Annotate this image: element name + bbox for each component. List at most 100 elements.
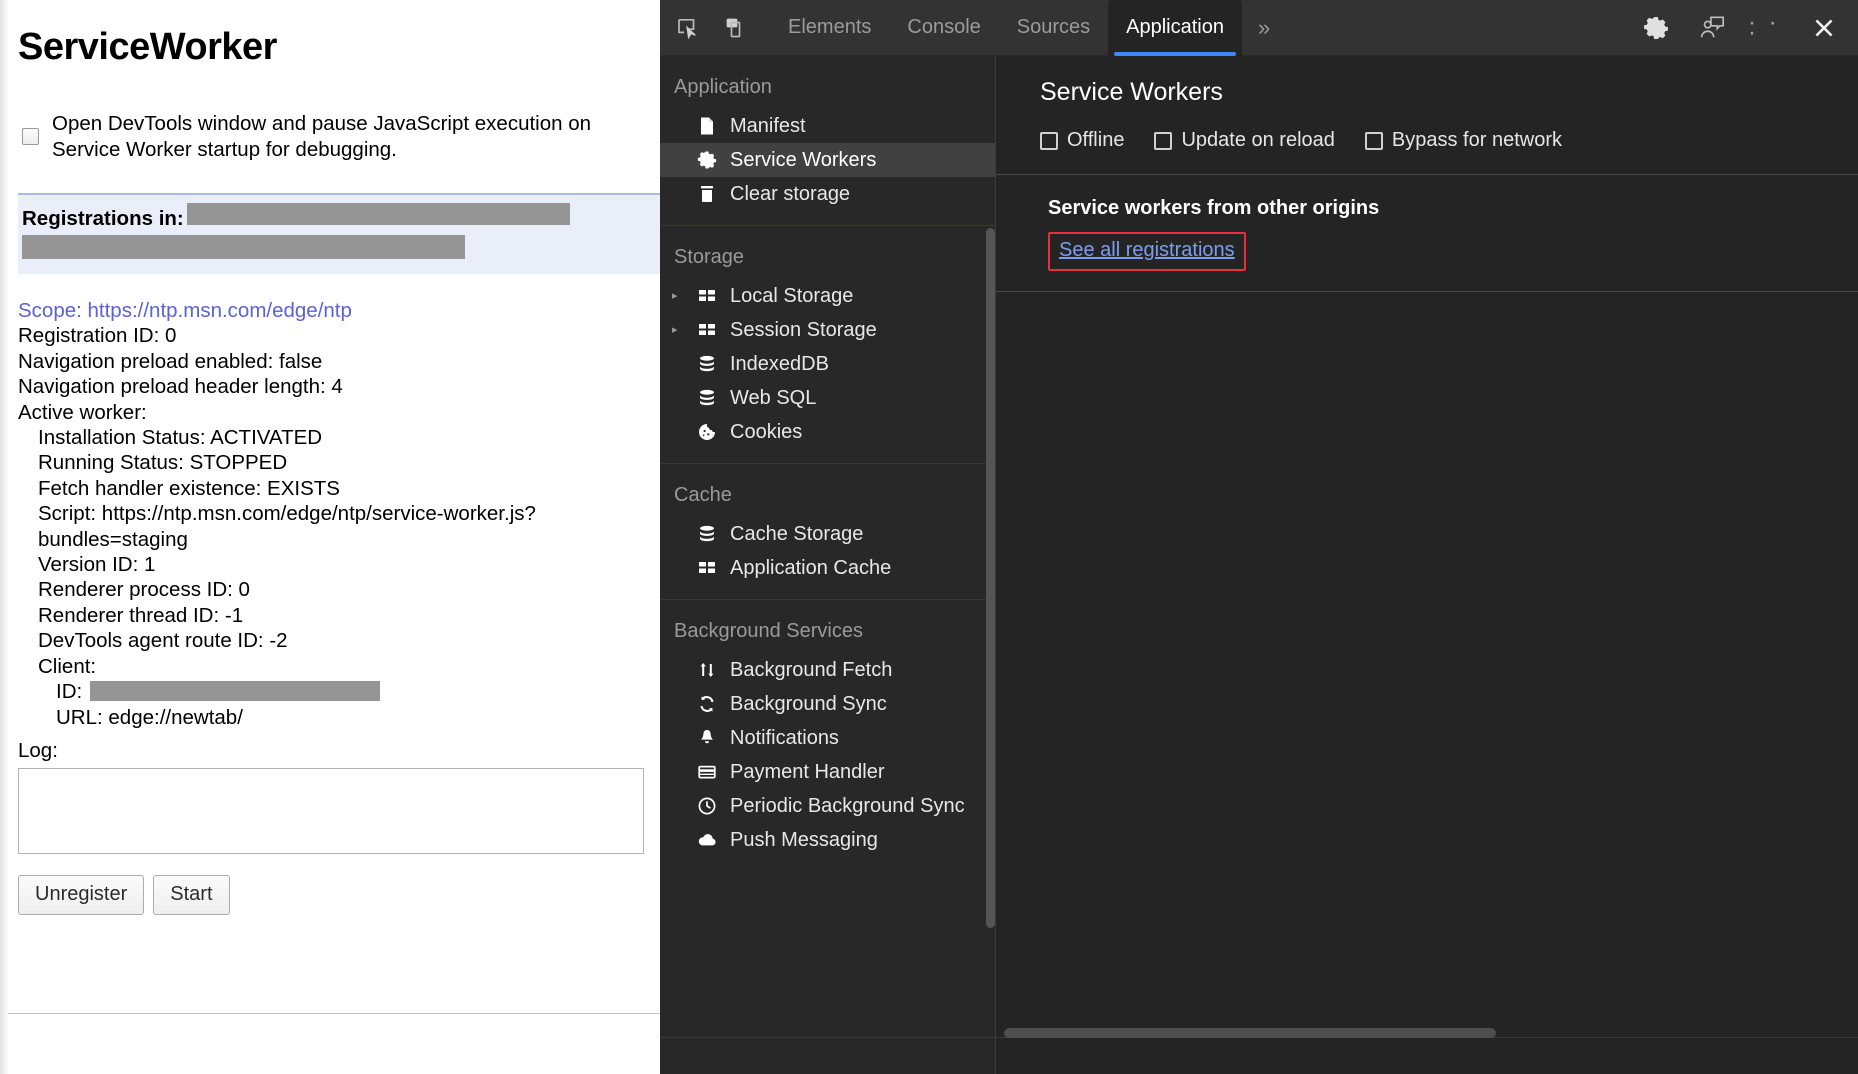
service-workers-panel: Service Workers Offline Update on reload bbox=[996, 56, 1858, 1074]
update-on-reload-option[interactable]: Update on reload bbox=[1154, 129, 1334, 152]
sidebar-item-label: Cookies bbox=[730, 421, 802, 444]
sidebar-item-label: Background Sync bbox=[730, 693, 887, 716]
inspect-element-button[interactable] bbox=[668, 8, 708, 48]
sidebar-item-label: Periodic Background Sync bbox=[730, 795, 965, 818]
startup-debug-checkbox[interactable] bbox=[22, 128, 39, 145]
tab-elements[interactable]: Elements bbox=[770, 4, 889, 52]
main-horizontal-scrollbar[interactable] bbox=[1004, 1028, 1496, 1038]
unregister-button[interactable]: Unregister bbox=[18, 875, 144, 915]
log-textarea[interactable] bbox=[18, 768, 644, 854]
more-tabs-chevron-icon[interactable]: » bbox=[1242, 4, 1286, 52]
sidebar-heading-background-services: Background Services bbox=[660, 600, 995, 653]
log-area: Log: bbox=[18, 738, 660, 861]
sidebar-item-manifest[interactable]: Manifest bbox=[660, 109, 995, 143]
client-label: Client: bbox=[18, 654, 660, 679]
sidebar-item-indexeddb[interactable]: IndexedDB bbox=[660, 347, 995, 381]
registration-scope[interactable]: Scope: https://ntp.msn.com/edge/ntp bbox=[18, 298, 660, 323]
redacted-origin-2 bbox=[22, 235, 465, 259]
offline-label: Offline bbox=[1067, 129, 1124, 152]
startup-debug-row: Open DevTools window and pause JavaScrip… bbox=[18, 111, 660, 163]
sidebar-item-payment-handler[interactable]: Payment Handler bbox=[660, 755, 995, 789]
sidebar-item-label: Notifications bbox=[730, 727, 839, 750]
tab-console[interactable]: Console bbox=[889, 4, 998, 52]
table-icon bbox=[694, 286, 720, 306]
sidebar-item-cookies[interactable]: Cookies bbox=[660, 415, 995, 449]
sidebar-section-background-services: Background Services Background Fetch bbox=[660, 599, 995, 857]
startup-debug-label: Open DevTools window and pause JavaScrip… bbox=[52, 111, 632, 163]
script-url: Script: https://ntp.msn.com/edge/ntp/ser… bbox=[18, 501, 660, 526]
sidebar-item-cache-storage[interactable]: Cache Storage bbox=[660, 517, 995, 551]
sidebar-item-notifications[interactable]: Notifications bbox=[660, 721, 995, 755]
start-button[interactable]: Start bbox=[153, 875, 229, 915]
sync-icon bbox=[694, 694, 720, 714]
main-horizontal-scrollbar-track bbox=[996, 1046, 1858, 1056]
sidebar-item-label: Payment Handler bbox=[730, 761, 885, 784]
application-sidebar[interactable]: Application Manifest bbox=[660, 56, 996, 1074]
close-devtools-button[interactable] bbox=[1804, 8, 1844, 48]
document-icon bbox=[694, 116, 720, 136]
redacted-origin-1 bbox=[187, 203, 570, 225]
redacted-client-id bbox=[90, 681, 380, 701]
screenshot-root: ServiceWorker Open DevTools window and p… bbox=[0, 0, 1858, 1074]
sidebar-item-label: Clear storage bbox=[730, 183, 850, 206]
see-all-registrations-link[interactable]: See all registrations bbox=[1059, 239, 1235, 261]
sidebar-bottom-divider bbox=[660, 1037, 995, 1038]
database-icon bbox=[694, 524, 720, 544]
sidebar-section-application: Application Manifest bbox=[660, 56, 995, 225]
page-title: ServiceWorker bbox=[18, 26, 660, 69]
bypass-for-network-option[interactable]: Bypass for network bbox=[1365, 129, 1562, 152]
panel-title: Service Workers bbox=[1040, 78, 1858, 107]
toggle-device-toolbar-button[interactable] bbox=[716, 8, 756, 48]
sidebar-item-label: Cache Storage bbox=[730, 523, 863, 546]
sidebar-item-session-storage[interactable]: ▸ Session Storage bbox=[660, 313, 995, 347]
see-all-registrations-highlight: See all registrations bbox=[1048, 232, 1246, 271]
bypass-for-network-checkbox[interactable] bbox=[1365, 132, 1383, 150]
sidebar-item-label: Application Cache bbox=[730, 557, 891, 580]
offline-checkbox[interactable] bbox=[1040, 132, 1058, 150]
active-worker-label: Active worker: bbox=[18, 400, 660, 425]
tab-sources[interactable]: Sources bbox=[999, 4, 1108, 52]
tab-application[interactable]: Application bbox=[1108, 0, 1242, 56]
expand-twisty-icon[interactable]: ▸ bbox=[672, 325, 678, 336]
sidebar-item-web-sql[interactable]: Web SQL bbox=[660, 381, 995, 415]
log-label: Log: bbox=[18, 738, 660, 763]
sidebar-item-service-workers[interactable]: Service Workers bbox=[660, 143, 995, 177]
bell-icon bbox=[694, 728, 720, 748]
registrations-band: Registrations in: bbox=[18, 193, 660, 274]
more-options-button[interactable]: · · · bbox=[1748, 8, 1788, 48]
sidebar-item-application-cache[interactable]: Application Cache bbox=[660, 551, 995, 585]
sidebar-item-periodic-background-sync[interactable]: Periodic Background Sync bbox=[660, 789, 995, 823]
expand-twisty-icon[interactable]: ▸ bbox=[672, 291, 678, 302]
nav-preload-enabled: Navigation preload enabled: false bbox=[18, 349, 660, 374]
sidebar-item-background-sync[interactable]: Background Sync bbox=[660, 687, 995, 721]
script-url-continued: bundles=staging bbox=[18, 527, 660, 552]
service-workers-header: Service Workers Offline Update on reload bbox=[996, 56, 1858, 152]
trash-icon bbox=[694, 184, 720, 204]
update-on-reload-checkbox[interactable] bbox=[1154, 132, 1172, 150]
sidebar-item-local-storage[interactable]: ▸ Local Storage bbox=[660, 279, 995, 313]
renderer-thread-id: Renderer thread ID: -1 bbox=[18, 603, 660, 628]
device-toolbar-icon bbox=[724, 16, 748, 40]
sidebar-item-label: Service Workers bbox=[730, 149, 876, 172]
devtools-tabbar: Elements Console Sources Application » bbox=[770, 0, 1286, 56]
devtools-window: Elements Console Sources Application » bbox=[660, 0, 1858, 1074]
kebab-dots-icon: · · · bbox=[1748, 18, 1788, 38]
registration-actions: Unregister Start bbox=[18, 875, 660, 915]
sidebar-item-clear-storage[interactable]: Clear storage bbox=[660, 177, 995, 211]
sidebar-item-background-fetch[interactable]: Background Fetch bbox=[660, 653, 995, 687]
sidebar-vertical-scrollbar[interactable] bbox=[986, 228, 995, 928]
serviceworker-internals-page: ServiceWorker Open DevTools window and p… bbox=[0, 0, 660, 1074]
table-icon bbox=[694, 558, 720, 578]
cookie-icon bbox=[694, 422, 720, 442]
sidebar-heading-storage: Storage bbox=[660, 226, 995, 279]
running-status: Running Status: STOPPED bbox=[18, 450, 660, 475]
send-feedback-button[interactable] bbox=[1692, 8, 1732, 48]
sidebar-section-storage: Storage ▸ Local Storage ▸ bbox=[660, 225, 995, 463]
offline-option[interactable]: Offline bbox=[1040, 129, 1124, 152]
settings-button[interactable] bbox=[1636, 8, 1676, 48]
sidebar-section-cache: Cache Cache Storage bbox=[660, 463, 995, 599]
installation-status: Installation Status: ACTIVATED bbox=[18, 425, 660, 450]
devtools-toolbar: Elements Console Sources Application » bbox=[660, 0, 1858, 56]
service-workers-options: Offline Update on reload Bypass for netw… bbox=[1040, 129, 1858, 152]
sidebar-item-push-messaging[interactable]: Push Messaging bbox=[660, 823, 995, 857]
